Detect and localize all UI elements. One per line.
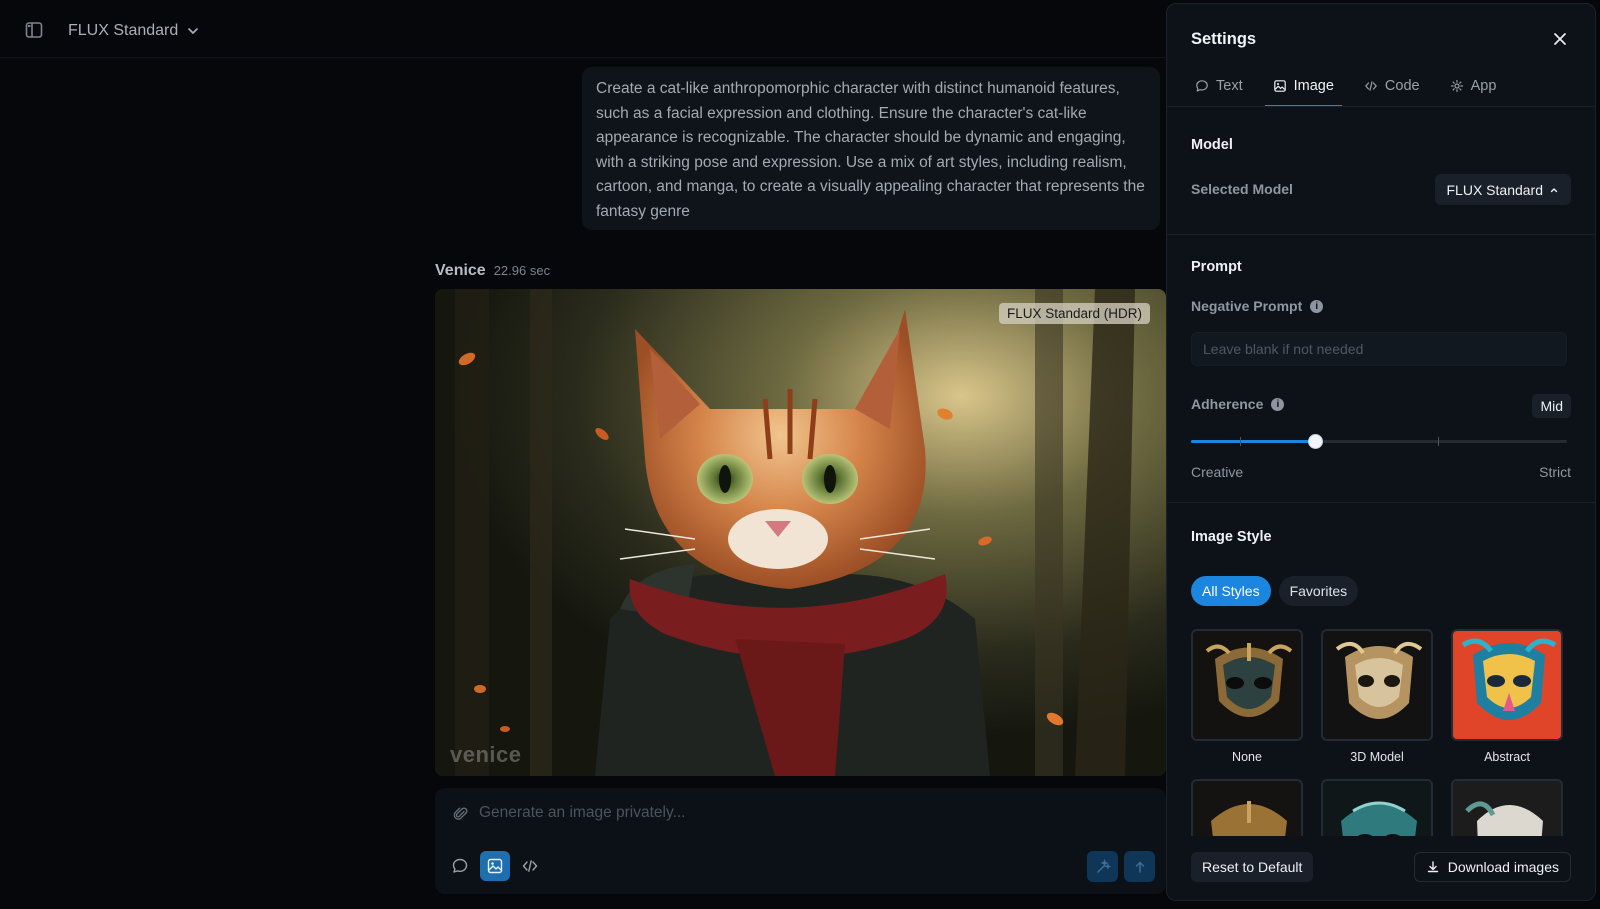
- adherence-label-text: Adherence: [1191, 396, 1264, 412]
- chevron-up-icon: [1550, 187, 1558, 192]
- image-style-title: Image Style: [1191, 529, 1272, 545]
- image-watermark: venice: [450, 742, 522, 767]
- tab-image[interactable]: Image: [1264, 64, 1343, 107]
- image-mode-button[interactable]: [480, 851, 510, 881]
- slider-tick: [1240, 437, 1241, 446]
- style-card-none[interactable]: None: [1191, 629, 1303, 764]
- code-icon: [1365, 80, 1377, 91]
- settings-tabs: Text Image Code App: [1191, 64, 1522, 107]
- sidebar-toggle-icon[interactable]: [24, 20, 44, 40]
- model-switcher-label: FLUX Standard: [68, 22, 179, 39]
- prompt-input[interactable]: [479, 798, 1129, 828]
- enhance-prompt-button[interactable]: [1087, 851, 1118, 882]
- tab-app[interactable]: App: [1446, 64, 1501, 107]
- send-button[interactable]: [1124, 851, 1155, 882]
- text-mode-button[interactable]: [445, 851, 475, 881]
- tab-text-label: Text: [1216, 77, 1243, 94]
- style-thumbnail: [1191, 629, 1303, 741]
- chat-bubble-icon: [1196, 79, 1208, 92]
- composer: [435, 788, 1166, 894]
- generated-image[interactable]: FLUX Standard (HDR) venice: [435, 289, 1166, 776]
- style-label: None: [1232, 750, 1262, 764]
- prompt-section-title: Prompt: [1191, 259, 1242, 275]
- slider-max-label: Strict: [1539, 464, 1571, 480]
- model-section-title: Model: [1191, 137, 1233, 153]
- chat-bubble-icon: [452, 858, 468, 873]
- tab-code[interactable]: Code: [1360, 64, 1424, 107]
- style-filter-tabs: All Styles Favorites: [1191, 576, 1359, 606]
- settings-footer: Reset to Default Download images: [1167, 836, 1595, 900]
- style-thumbnail: [1321, 629, 1433, 741]
- settings-title: Settings: [1191, 30, 1257, 48]
- reply-header: Venice 22.96 sec: [435, 262, 550, 280]
- paperclip-icon[interactable]: [453, 806, 469, 822]
- reply-author: Venice: [435, 262, 486, 279]
- style-card-3d-model[interactable]: 3D Model: [1321, 629, 1433, 764]
- adherence-label: Adherence i: [1191, 396, 1285, 412]
- image-icon: [487, 858, 503, 874]
- style-thumbnail: [1451, 629, 1563, 741]
- gear-icon: [1450, 79, 1463, 92]
- user-prompt-bubble: Create a cat-like anthropomorphic charac…: [582, 67, 1160, 230]
- negative-prompt-label-text: Negative Prompt: [1191, 298, 1303, 314]
- image-icon: [1273, 79, 1286, 92]
- image-model-badge: FLUX Standard (HDR): [998, 303, 1150, 324]
- model-select-value: FLUX Standard: [1446, 181, 1544, 198]
- close-icon[interactable]: [1549, 28, 1571, 50]
- slider-tick: [1438, 437, 1439, 446]
- selected-model-label: Selected Model: [1191, 181, 1293, 197]
- slider-fill: [1191, 440, 1316, 443]
- negative-prompt-label: Negative Prompt i: [1191, 298, 1324, 314]
- section-divider: [1167, 234, 1595, 235]
- tabs-divider: [1167, 106, 1595, 107]
- code-mode-button[interactable]: [515, 851, 545, 881]
- model-switcher[interactable]: FLUX Standard: [68, 18, 200, 44]
- section-divider: [1167, 502, 1595, 503]
- arrow-up-icon: [1135, 861, 1144, 873]
- tab-code-label: Code: [1384, 77, 1420, 94]
- top-bar: FLUX Standard: [0, 0, 1168, 58]
- settings-panel: Settings Text Image Code App Model Selec…: [1166, 3, 1596, 901]
- magic-wand-icon: [1096, 858, 1111, 873]
- filter-all-styles[interactable]: All Styles: [1191, 576, 1271, 606]
- style-card-abstract[interactable]: Abstract: [1451, 629, 1563, 764]
- style-label: 3D Model: [1350, 750, 1404, 764]
- tab-text[interactable]: Text: [1191, 64, 1247, 107]
- selected-model-label-text: Selected Model: [1191, 181, 1293, 197]
- model-select[interactable]: FLUX Standard: [1434, 174, 1571, 205]
- reset-to-default-button[interactable]: Reset to Default: [1191, 852, 1314, 882]
- download-icon: [1427, 861, 1438, 873]
- negative-prompt-input[interactable]: [1191, 332, 1567, 366]
- info-icon[interactable]: i: [1271, 397, 1285, 411]
- chevron-down-icon: [188, 28, 199, 34]
- style-label: Abstract: [1484, 750, 1530, 764]
- slider-min-label: Creative: [1191, 464, 1244, 480]
- adherence-slider[interactable]: [1191, 432, 1567, 452]
- filter-favorites[interactable]: Favorites: [1278, 576, 1359, 606]
- tab-app-label: App: [1470, 77, 1497, 94]
- download-images-label: Download images: [1447, 859, 1559, 875]
- tab-image-label: Image: [1293, 77, 1334, 94]
- adherence-value-badge: Mid: [1532, 394, 1571, 418]
- slider-thumb[interactable]: [1308, 434, 1324, 449]
- info-icon[interactable]: i: [1310, 299, 1324, 313]
- download-images-button[interactable]: Download images: [1413, 852, 1571, 882]
- reply-time: 22.96 sec: [493, 263, 551, 278]
- code-icon: [522, 860, 538, 872]
